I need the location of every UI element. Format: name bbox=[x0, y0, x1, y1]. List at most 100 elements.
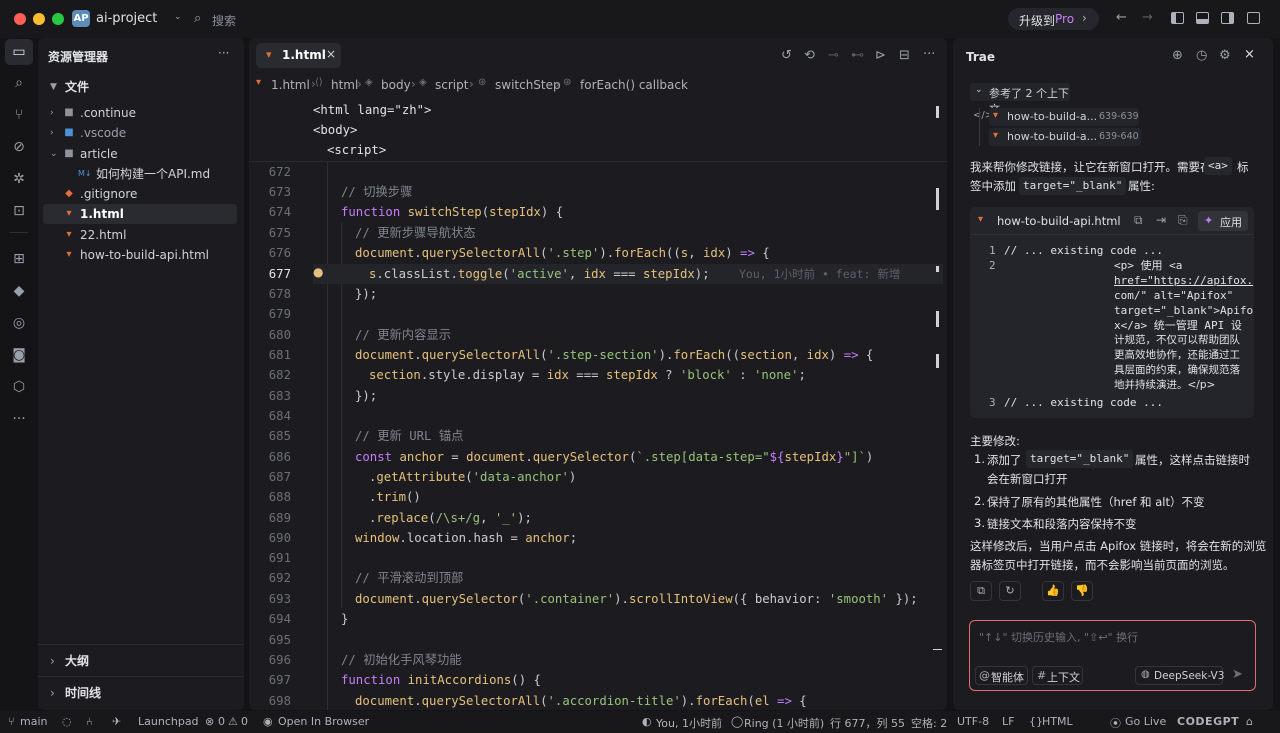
tree-file-how-to-build[interactable]: ▾ how-to-build-api.html bbox=[38, 245, 232, 265]
codegpt-label[interactable]: CODEGPT bbox=[1177, 715, 1239, 728]
ref-item[interactable]: ▾ how-to-build-a... 639-640 bbox=[989, 128, 1141, 146]
tree-file-1html[interactable]: ▾ 1.html bbox=[43, 204, 237, 224]
code-area[interactable]: 672 673// 切换步骤 674 function switchStep(st… bbox=[249, 162, 947, 710]
copy-icon[interactable]: ⧉ bbox=[1134, 213, 1143, 228]
new-file-icon[interactable]: ⎘ bbox=[1178, 213, 1188, 228]
toggle-chat-icon[interactable] bbox=[1221, 12, 1234, 24]
remote-icon[interactable]: ⊘ bbox=[9, 137, 29, 157]
sticky-line[interactable]: <body> bbox=[313, 123, 357, 137]
branch-icon[interactable]: ⑂ bbox=[8, 715, 15, 728]
robot-icon[interactable]: ◙ bbox=[9, 345, 29, 365]
chat-input-box[interactable]: "↑↓" 切换历史输入, "⇧↩" 换行 @ 智能体 # 上下文 ◍ DeepS… bbox=[969, 620, 1256, 691]
error-count[interactable]: 0 bbox=[218, 715, 225, 728]
eol-status[interactable]: LF bbox=[1002, 715, 1014, 728]
language-status[interactable]: HTML bbox=[1042, 715, 1073, 728]
sync-icon[interactable]: ◌ bbox=[62, 715, 72, 728]
history-icon[interactable]: ↺ bbox=[781, 48, 792, 63]
files-icon[interactable]: ▭ bbox=[9, 42, 29, 62]
model-selector[interactable]: ◍ DeepSeek-V3 bbox=[1135, 666, 1224, 685]
files-section-header[interactable]: ▼ 文件 bbox=[38, 77, 232, 97]
thumbs-down-button[interactable]: 👎 bbox=[1071, 581, 1093, 601]
copy-button[interactable]: ⧉ bbox=[970, 581, 992, 601]
notification-icon[interactable]: ⌂ bbox=[1246, 715, 1253, 728]
terminal-icon[interactable]: ⊡ bbox=[9, 201, 29, 221]
inline-blame[interactable]: You, 1小时前 • feat: 新增 bbox=[739, 266, 900, 282]
warning-icon[interactable]: ⚠ bbox=[228, 715, 238, 728]
branch-name[interactable]: main bbox=[20, 715, 47, 728]
tree-file-api-md[interactable]: M↓ 如何构建一个API.md bbox=[38, 164, 232, 184]
project-name[interactable]: ai-project bbox=[96, 11, 157, 26]
tree-file-22html[interactable]: ▾ 22.html bbox=[38, 225, 232, 245]
thumbs-up-button[interactable]: 👍 bbox=[1042, 581, 1064, 601]
editor-tab-1html[interactable]: ▾ 1.html × bbox=[256, 43, 341, 68]
search-label[interactable]: 搜索 bbox=[212, 12, 236, 29]
more-icon[interactable]: ··· bbox=[9, 409, 29, 429]
broadcast-icon[interactable]: ◉ bbox=[263, 715, 273, 728]
warning-count[interactable]: 0 bbox=[241, 715, 248, 728]
layout-icon[interactable] bbox=[1247, 12, 1260, 24]
forward-arrow-icon[interactable]: → bbox=[1142, 10, 1153, 25]
python-icon[interactable]: ◆ bbox=[9, 281, 29, 301]
close-window-button[interactable] bbox=[14, 13, 26, 25]
breadcrumb-item[interactable]: html bbox=[331, 78, 358, 92]
more-icon[interactable]: ··· bbox=[923, 47, 935, 62]
tree-file-gitignore[interactable]: ◆ .gitignore bbox=[38, 184, 232, 204]
upgrade-button[interactable]: 升级到 Pro › bbox=[1008, 8, 1099, 30]
close-icon[interactable]: × bbox=[326, 47, 336, 61]
back-arrow-icon[interactable]: ← bbox=[1116, 10, 1127, 25]
tree-folder-continue[interactable]: › ■ .continue bbox=[38, 103, 232, 123]
search-icon[interactable]: ⌕ bbox=[9, 73, 29, 93]
golive-label[interactable]: Go Live bbox=[1125, 715, 1166, 728]
golive-icon[interactable]: ⦿ bbox=[1110, 715, 1121, 731]
ring-icon[interactable]: ◯ bbox=[731, 715, 743, 728]
breadcrumb-item[interactable]: 1.html bbox=[271, 78, 310, 92]
next-change-icon[interactable]: ⊷ bbox=[851, 48, 864, 63]
merge-icon[interactable]: ⑃ bbox=[86, 715, 93, 728]
git-compare-icon[interactable]: ⟲ bbox=[804, 48, 815, 63]
toggle-panel-icon[interactable] bbox=[1196, 12, 1209, 24]
breadcrumb-item[interactable]: script bbox=[435, 78, 468, 92]
breadcrumb-item[interactable]: body bbox=[381, 78, 411, 92]
gear-icon[interactable]: ⚙ bbox=[1219, 48, 1231, 63]
outline-section-header[interactable]: › 大纲 bbox=[38, 651, 232, 671]
history-icon[interactable]: ◷ bbox=[1196, 48, 1207, 63]
ring-status[interactable]: Ring (1 小时前) bbox=[744, 715, 824, 731]
context-reference-toggle[interactable]: ⌄ 参考了 2 个上下文 bbox=[970, 83, 1070, 116]
breadcrumb-item[interactable]: forEach() callback bbox=[580, 78, 688, 92]
toggle-sidebar-icon[interactable] bbox=[1171, 12, 1184, 24]
encoding-status[interactable]: UTF-8 bbox=[957, 715, 989, 728]
context-button[interactable]: # 上下文 bbox=[1032, 666, 1083, 685]
apply-button[interactable]: ✦ 应用 bbox=[1198, 211, 1248, 231]
cursor-position[interactable]: 行 677，列 55 bbox=[830, 715, 905, 731]
sticky-line[interactable]: <script> bbox=[327, 143, 386, 157]
debug-icon[interactable]: ✲ bbox=[9, 169, 29, 189]
error-icon[interactable]: ⊗ bbox=[205, 715, 214, 728]
tree-folder-article[interactable]: ⌄ ■ article bbox=[38, 144, 232, 164]
run-icon[interactable]: ⊳ bbox=[875, 48, 886, 63]
open-browser[interactable]: Open In Browser bbox=[278, 715, 369, 728]
regenerate-button[interactable]: ↻ bbox=[999, 581, 1021, 601]
extensions-icon[interactable]: ⊞ bbox=[9, 249, 29, 269]
chevron-down-icon[interactable]: ⌄ bbox=[174, 12, 182, 22]
insert-icon[interactable]: ⇥ bbox=[1156, 213, 1166, 227]
send-icon[interactable]: ➤ bbox=[1232, 667, 1243, 682]
close-icon[interactable]: × bbox=[1244, 47, 1255, 62]
package-icon[interactable]: ⬡ bbox=[9, 377, 29, 397]
lightbulb-icon[interactable]: ● bbox=[313, 265, 323, 279]
new-chat-icon[interactable]: ⊕ bbox=[1172, 48, 1183, 63]
more-icon[interactable]: ··· bbox=[218, 46, 229, 60]
maximize-window-button[interactable] bbox=[52, 13, 64, 25]
sticky-line[interactable]: <html lang="zh"> bbox=[313, 103, 431, 117]
code-block-file[interactable]: how-to-build-api.html bbox=[997, 214, 1121, 228]
git-blame-icon[interactable]: ◐ bbox=[642, 715, 652, 728]
agent-button[interactable]: @ 智能体 bbox=[975, 666, 1028, 685]
project-badge[interactable]: AP bbox=[72, 10, 90, 27]
testing-icon[interactable]: ◎ bbox=[9, 313, 29, 333]
indent-status[interactable]: 空格: 2 bbox=[911, 715, 947, 731]
search-icon[interactable]: ⌕ bbox=[194, 11, 201, 26]
source-control-icon[interactable]: ⑂ bbox=[9, 105, 29, 125]
blame-status[interactable]: You, 1小时前 bbox=[656, 715, 722, 731]
minimize-window-button[interactable] bbox=[33, 13, 45, 25]
split-editor-icon[interactable]: ⊟ bbox=[899, 48, 910, 63]
ref-item[interactable]: ▾ how-to-build-a... 639-639 bbox=[989, 108, 1139, 126]
